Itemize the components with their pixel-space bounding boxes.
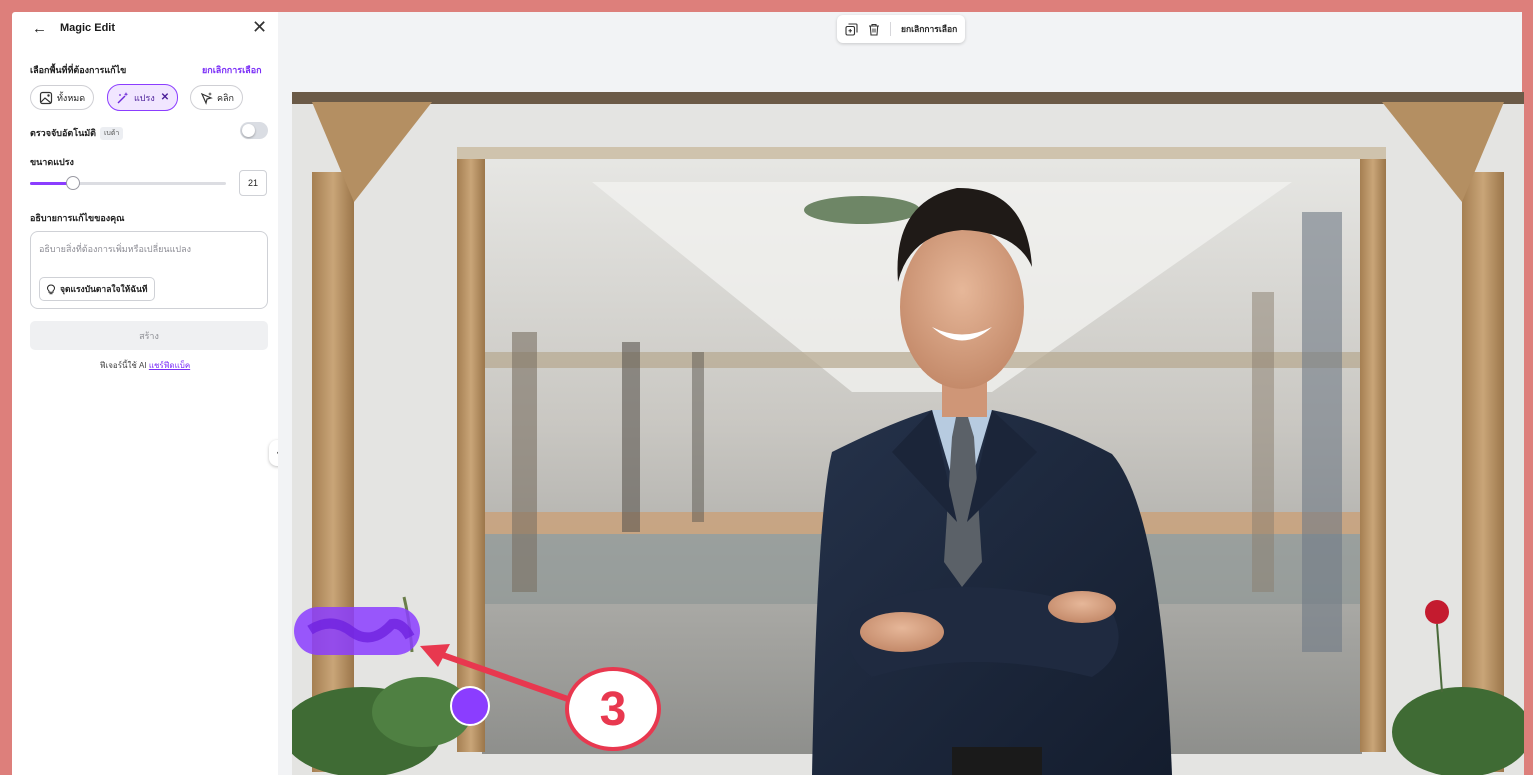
magic-brush-icon — [117, 91, 129, 103]
describe-label: อธิบายการแก้ไขของคุณ — [30, 213, 125, 223]
brush-size-slider[interactable] — [30, 176, 226, 190]
ai-footer: ฟีเจอร์นี้ใช้ AI แชร์ฟีดแบ็ค — [12, 359, 278, 372]
magic-edit-panel: ← Magic Edit ✕ เลือกพื้นที่ที่ต้องการแก้… — [12, 12, 278, 775]
create-button[interactable]: สร้าง — [30, 321, 268, 350]
describe-textarea[interactable]: อธิบายสิ่งที่ต้องการเพิ่มหรือเปลี่ยนแปลง… — [30, 231, 268, 309]
select-area-label: เลือกพื้นที่ที่ต้องการแก้ไข — [30, 65, 127, 75]
image-icon — [39, 91, 53, 104]
remove-brush-icon[interactable]: ✕ — [161, 92, 169, 103]
beta-badge: เบต้า — [100, 127, 124, 141]
footer-text: ฟีเจอร์นี้ใช้ AI — [99, 361, 147, 370]
inspire-label: จุดแรงบันดาลใจให้ฉันที — [60, 284, 148, 294]
click-sparkle-icon — [200, 91, 213, 105]
auto-detect-text: ตรวจจับอัตโนมัติ — [30, 128, 97, 138]
tool-brush-button[interactable]: แปรง ✕ — [107, 84, 179, 111]
close-icon[interactable]: ✕ — [252, 18, 267, 36]
tool-brush-label: แปรง — [134, 92, 155, 103]
brush-size-label: ขนาดแปรง — [30, 157, 74, 167]
deselect-link[interactable]: ยกเลิกการเลือก — [202, 63, 262, 77]
photo-canvas[interactable] — [292, 92, 1524, 775]
inspire-me-button[interactable]: จุดแรงบันดาลใจให้ฉันที — [39, 277, 155, 301]
slider-thumb[interactable] — [66, 176, 80, 190]
editor-canvas[interactable]: ยกเลิกการเลือก — [278, 12, 1524, 775]
tool-click-button[interactable]: คลิก — [190, 85, 243, 110]
back-arrow-icon[interactable]: ← — [32, 21, 47, 36]
toggle-knob — [242, 124, 255, 137]
lightbulb-icon — [46, 283, 56, 294]
toolbar-divider — [890, 22, 891, 36]
panel-header: ← Magic Edit ✕ — [12, 12, 278, 46]
tool-all-label: ทั้งหมด — [57, 92, 86, 103]
share-feedback-link[interactable]: แชร์ฟีดแบ็ค — [149, 361, 190, 370]
panel-title: Magic Edit — [60, 22, 116, 34]
businessman-photo — [292, 92, 1524, 775]
auto-detect-toggle[interactable] — [240, 122, 268, 139]
brush-size-input[interactable]: 21 — [239, 170, 267, 196]
step-marker: 3 — [565, 667, 661, 751]
tool-click-label: คลิก — [217, 92, 234, 103]
duplicate-icon[interactable] — [845, 22, 858, 36]
step-number: 3 — [599, 682, 627, 736]
auto-detect-label: ตรวจจับอัตโนมัติ เบต้า — [30, 126, 124, 141]
selection-toolbar: ยกเลิกการเลือก — [837, 15, 966, 43]
describe-placeholder: อธิบายสิ่งที่ต้องการเพิ่มหรือเปลี่ยนแปลง — [39, 244, 192, 254]
toolbar-deselect-button[interactable]: ยกเลิกการเลือก — [901, 22, 957, 36]
tool-all-button[interactable]: ทั้งหมด — [30, 85, 95, 110]
trash-icon[interactable] — [868, 23, 880, 36]
